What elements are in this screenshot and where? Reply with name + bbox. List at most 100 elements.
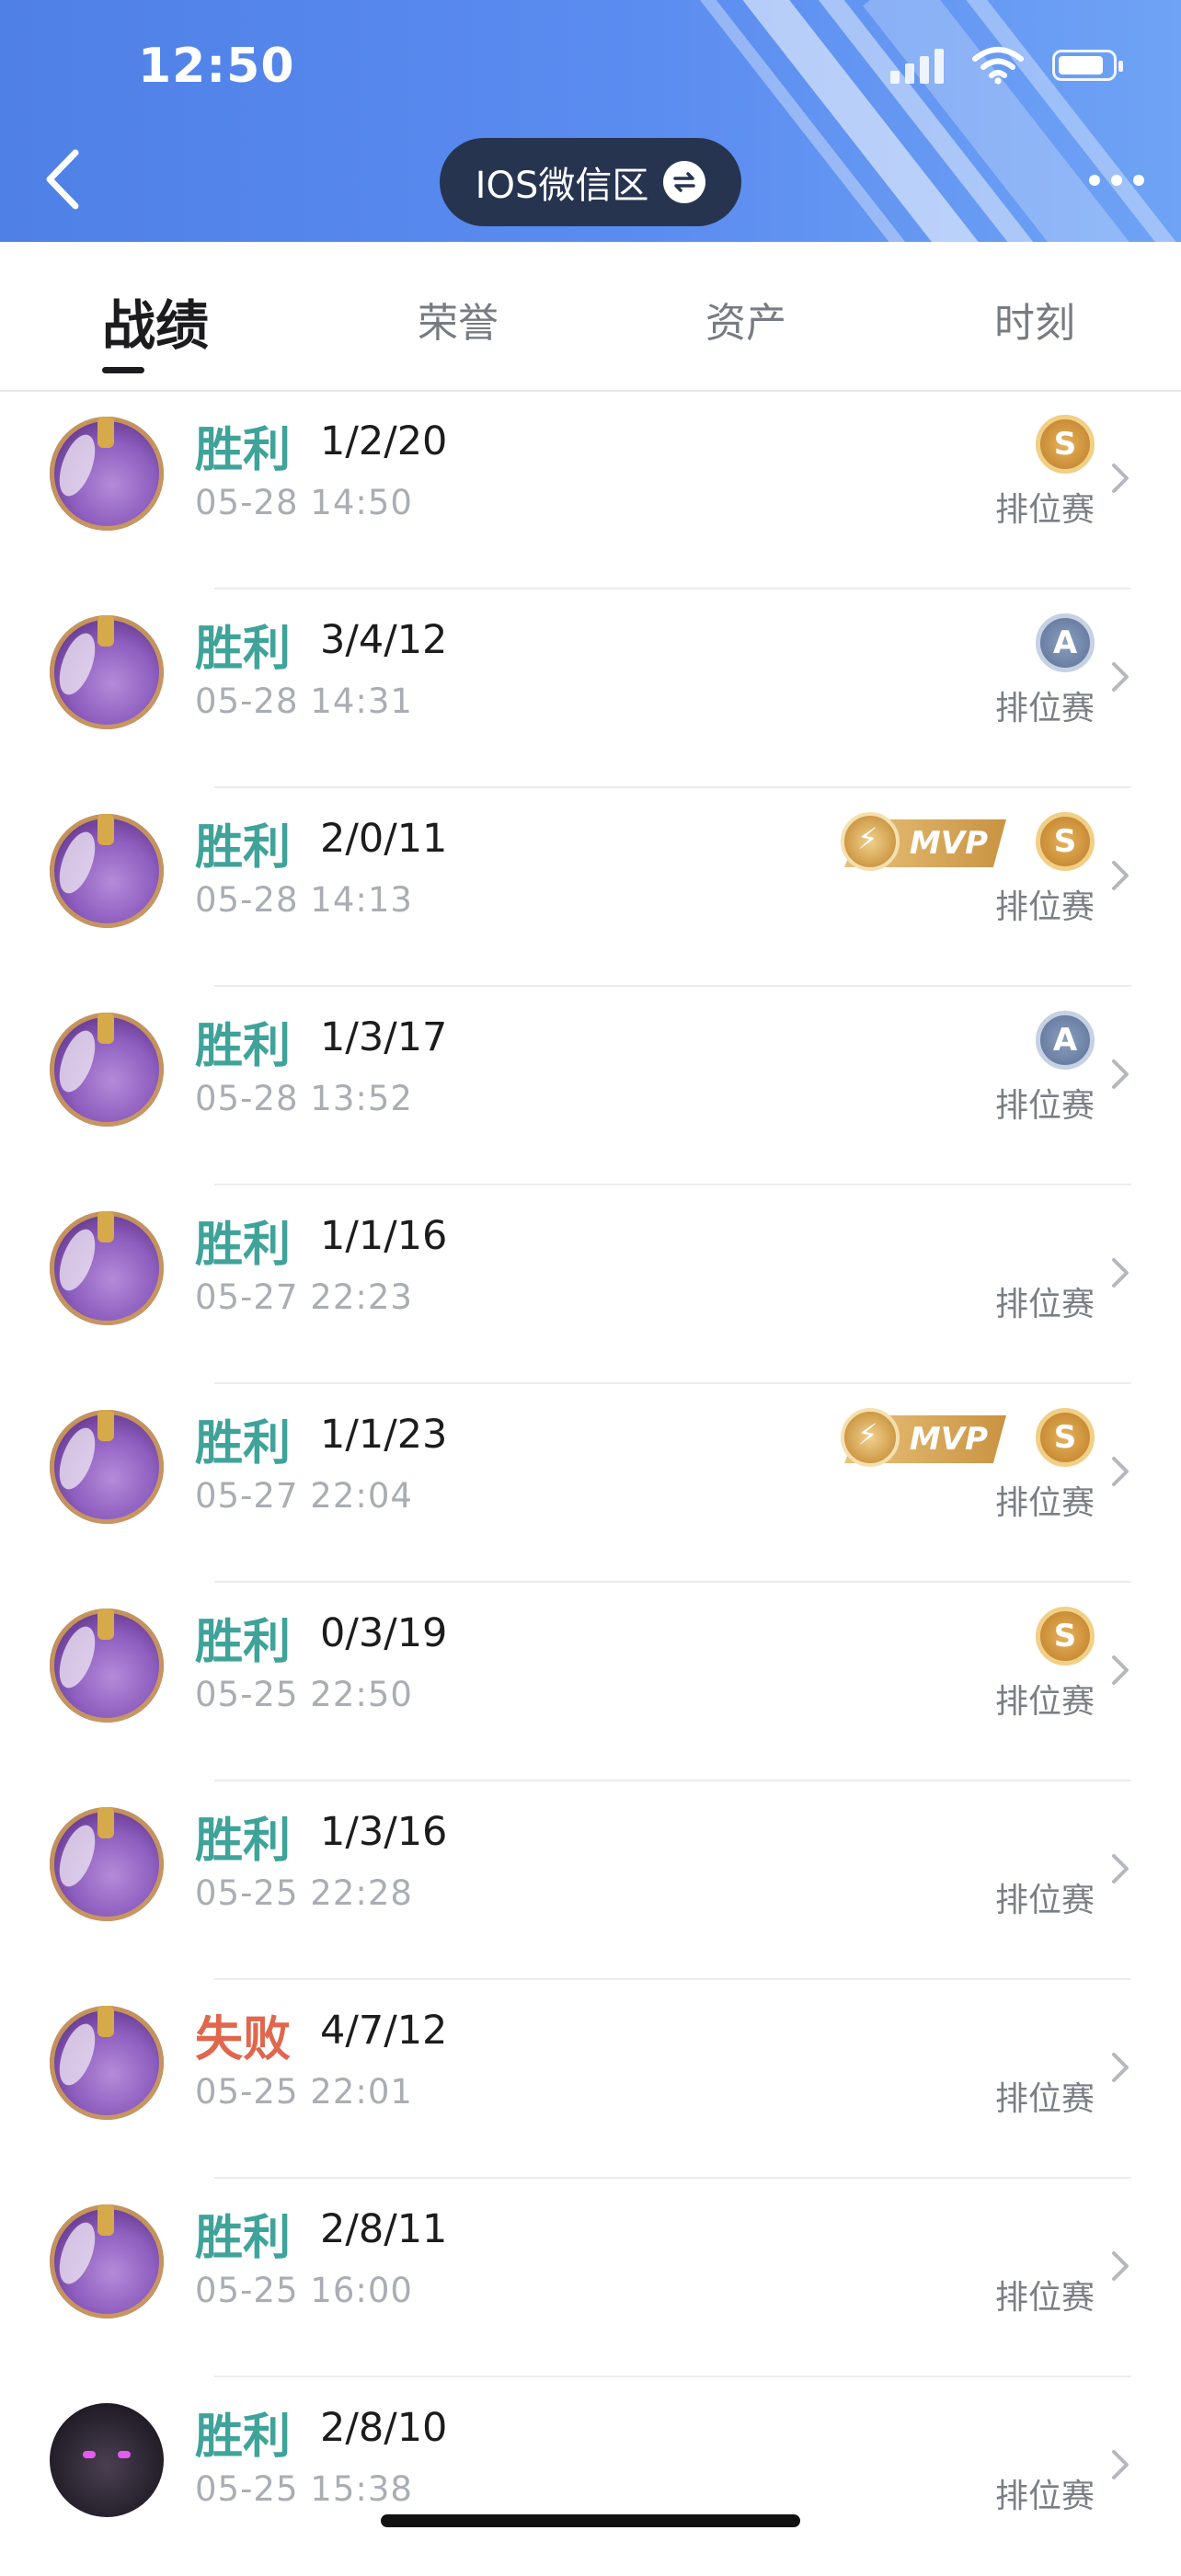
hero-avatar: [50, 417, 164, 531]
match-row[interactable]: 胜利 1/2/20 05-28 14:50 S 排位赛: [0, 391, 1181, 590]
rank-grade-badge: S: [1036, 1408, 1095, 1467]
tab-record[interactable]: 战绩: [102, 282, 209, 360]
match-result: 胜利: [195, 1218, 292, 1273]
hero-avatar: [50, 814, 164, 928]
match-mode: 排位赛: [994, 2478, 1095, 2515]
back-button[interactable]: [40, 147, 96, 212]
match-result: 胜利: [195, 820, 292, 876]
match-time: 05-25 15:38: [195, 2469, 413, 2509]
kda-score: 1/3/17: [320, 1014, 448, 1060]
rank-grade-badge: S: [1036, 812, 1095, 871]
match-row[interactable]: 胜利2/0/1105-28 14:13MVPS排位赛: [0, 788, 1181, 987]
match-time: 05-25 22:01: [195, 2072, 413, 2112]
match-row[interactable]: 胜利 1/1/16 05-27 22:23 排位赛: [0, 1185, 1181, 1384]
match-result: 失败: [195, 2012, 292, 2067]
chevron-right-icon: [1112, 2450, 1129, 2479]
hero-avatar: [50, 1013, 164, 1127]
chevron-right-icon: [1112, 464, 1129, 493]
rank-grade-badge: A: [1036, 1011, 1095, 1070]
tab-assets[interactable]: 资产: [705, 290, 786, 349]
match-time: 05-25 16:00: [195, 2271, 413, 2310]
chevron-right-icon: [1112, 1258, 1129, 1288]
match-mode: 排位赛: [994, 491, 1095, 529]
match-row[interactable]: 胜利 1/3/17 05-28 13:52 A 排位赛: [0, 987, 1181, 1185]
match-result: 胜利: [195, 1615, 292, 1670]
kda-score: 1/1/16: [320, 1213, 448, 1259]
match-row[interactable]: 胜利1/1/2305-27 22:04MVPS排位赛: [0, 1384, 1181, 1583]
kda-score: 2/8/10: [320, 2405, 448, 2451]
match-row[interactable]: 胜利 1/3/16 05-25 22:28 排位赛: [0, 1781, 1181, 1980]
tab-honor[interactable]: 荣誉: [418, 290, 499, 349]
chevron-right-icon: [1112, 1457, 1129, 1486]
chevron-right-icon: [1112, 1655, 1129, 1685]
match-result: 胜利: [195, 423, 292, 478]
chevron-right-icon: [1112, 662, 1129, 692]
status-bar-icons: [890, 46, 1123, 85]
match-time: 05-25 22:50: [195, 1675, 413, 1714]
kda-score: 1/2/20: [320, 418, 448, 464]
kda-score: 4/7/12: [320, 2008, 448, 2054]
hero-avatar: [50, 1609, 164, 1723]
kda-score: 2/8/11: [320, 2206, 448, 2252]
match-history-list: 胜利 1/2/20 05-28 14:50 S 排位赛 胜利 3/4/12 05-28 14:…: [0, 391, 1181, 2576]
match-result: 胜利: [195, 622, 292, 677]
hero-avatar: [50, 2403, 164, 2517]
match-row[interactable]: 失败 4/7/12 05-25 22:01 排位赛: [0, 1980, 1181, 2179]
hero-avatar: [50, 2204, 164, 2318]
match-time: 05-27 22:04: [195, 1476, 413, 1516]
chevron-right-icon: [1112, 1059, 1129, 1089]
chevron-right-icon: [1112, 1854, 1129, 1883]
match-result: 胜利: [195, 2211, 292, 2266]
match-mode: 排位赛: [994, 1087, 1095, 1125]
hero-avatar: [50, 1211, 164, 1325]
rank-grade-badge: S: [1036, 1607, 1095, 1666]
match-row[interactable]: 胜利 3/4/12 05-28 14:31 A 排位赛: [0, 590, 1181, 788]
mvp-emblem-icon: [841, 1408, 900, 1467]
match-mode: 排位赛: [994, 690, 1095, 727]
kda-score: 1/3/16: [320, 1809, 448, 1855]
active-tab-indicator: [102, 367, 144, 373]
match-time: 05-28 14:13: [195, 880, 413, 920]
match-time: 05-28 14:50: [195, 483, 413, 522]
top-header: 12:50 IOS微信区: [0, 0, 1181, 242]
hero-avatar: [50, 1807, 164, 1921]
kda-score: 3/4/12: [320, 617, 448, 663]
cellular-signal-icon: [890, 47, 944, 84]
mvp-emblem-icon: [841, 812, 900, 871]
chevron-right-icon: [1112, 861, 1129, 890]
region-label: IOS微信区: [475, 165, 649, 207]
swap-icon: [663, 161, 706, 203]
match-mode: 排位赛: [994, 888, 1095, 926]
hero-avatar: [50, 615, 164, 729]
match-time: 05-28 14:31: [195, 681, 413, 721]
kda-score: 1/1/23: [320, 1412, 448, 1458]
match-mode: 排位赛: [994, 1286, 1095, 1323]
kda-score: 0/3/19: [320, 1610, 448, 1656]
tab-bar: 战绩 荣誉 资产 时刻: [0, 242, 1181, 392]
status-bar-time: 12:50: [138, 39, 295, 94]
more-options-icon[interactable]: [1080, 166, 1153, 195]
hero-avatar: [50, 1410, 164, 1524]
match-time: 05-28 13:52: [195, 1079, 413, 1118]
rank-grade-badge: A: [1036, 613, 1095, 672]
match-result: 胜利: [195, 1416, 292, 1471]
match-time: 05-27 22:23: [195, 1277, 413, 1317]
battery-icon: [1052, 50, 1123, 81]
chevron-right-icon: [1112, 2251, 1129, 2281]
rank-grade-badge: S: [1036, 415, 1095, 474]
tab-moments[interactable]: 时刻: [994, 290, 1075, 349]
match-mode: 排位赛: [994, 2279, 1095, 2317]
match-row[interactable]: 胜利 0/3/19 05-25 22:50 S 排位赛: [0, 1583, 1181, 1781]
chevron-right-icon: [1112, 2053, 1129, 2082]
match-mode: 排位赛: [994, 1683, 1095, 1721]
match-time: 05-25 22:28: [195, 1873, 413, 1913]
match-result: 胜利: [195, 1019, 292, 1074]
match-mode: 排位赛: [994, 1882, 1095, 1919]
region-switch-button[interactable]: IOS微信区: [440, 138, 741, 226]
match-row[interactable]: 胜利 2/8/10 05-25 15:38 排位赛: [0, 2377, 1181, 2576]
home-indicator: [381, 2514, 800, 2527]
chevron-left-icon: [46, 149, 79, 210]
match-mode: 排位赛: [994, 1484, 1095, 1522]
match-row[interactable]: 胜利 2/8/11 05-25 16:00 排位赛: [0, 2179, 1181, 2377]
wifi-icon: [972, 47, 1024, 85]
